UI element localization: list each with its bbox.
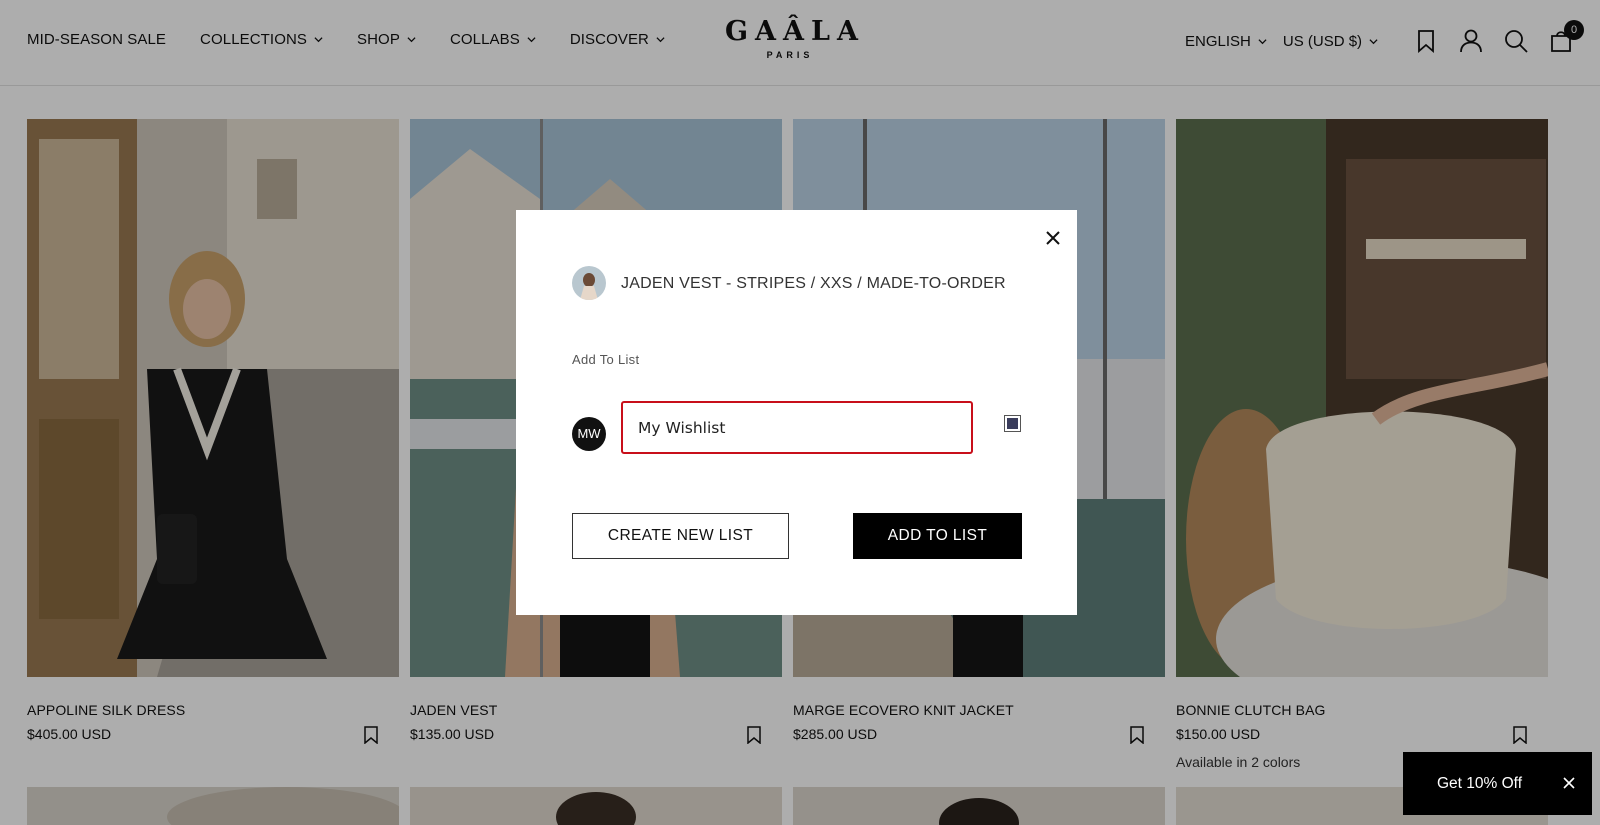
list-select-checkbox[interactable] — [1004, 415, 1021, 432]
list-avatar: MW — [572, 417, 606, 451]
add-to-list-button[interactable]: ADD TO LIST — [853, 513, 1022, 559]
close-icon[interactable] — [1562, 776, 1576, 790]
section-label: Add To List — [572, 352, 640, 367]
discount-popup[interactable]: Get 10% Off — [1403, 752, 1592, 815]
close-button[interactable] — [1041, 226, 1065, 250]
product-thumbnail — [572, 266, 606, 300]
dialog-product-title: JADEN VEST - STRIPES / XXS / MADE-TO-ORD… — [621, 275, 1006, 292]
discount-label: Get 10% Off — [1437, 774, 1523, 792]
create-new-list-button[interactable]: CREATE NEW LIST — [572, 513, 789, 559]
list-name-input[interactable] — [621, 401, 973, 454]
add-to-list-dialog: JADEN VEST - STRIPES / XXS / MADE-TO-ORD… — [516, 210, 1077, 615]
close-icon — [1046, 231, 1060, 245]
